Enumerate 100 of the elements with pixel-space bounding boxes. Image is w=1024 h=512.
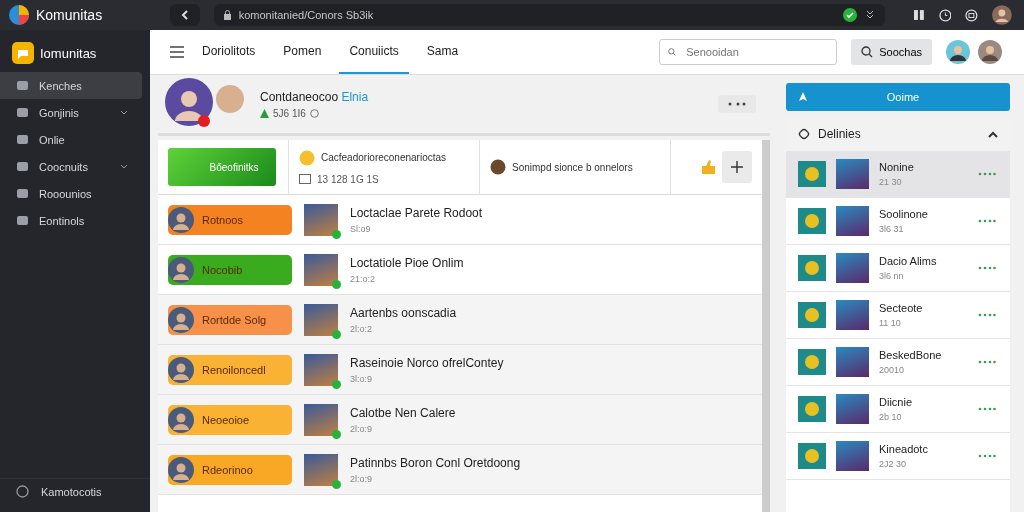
thumbnail-placeholder xyxy=(304,303,338,336)
section-header[interactable]: Delinies xyxy=(786,117,1010,151)
dots-icon xyxy=(978,313,996,317)
url-text: komonitanied/Conors Sb3ik xyxy=(238,9,374,21)
chevrons-icon[interactable] xyxy=(864,10,875,20)
list-row[interactable]: Rortdde Solg Aartenbs oonscadia 2l:o:2 xyxy=(158,295,762,345)
plus-icon xyxy=(731,161,743,173)
dots-icon xyxy=(978,454,996,458)
game-list-item[interactable]: Secteote 11 10 xyxy=(786,292,1010,339)
thumbnail-placeholder xyxy=(836,441,869,471)
tag-pill[interactable]: Rotnoos xyxy=(168,204,292,235)
add-button[interactable] xyxy=(722,151,752,183)
avatar-icon xyxy=(168,406,194,433)
avatar-icon xyxy=(168,206,194,233)
card-title: Cacfeadorioreconenarioctas xyxy=(321,152,447,163)
list-row[interactable]: Rdeorinoo Patinnbs Boron Conl Oretdoong 2l:o:9 xyxy=(158,445,762,495)
menu-item-icon xyxy=(16,106,29,119)
chat-icon[interactable] xyxy=(965,8,979,22)
card-title: Sonimpd sionce b onnelors xyxy=(512,161,633,173)
clock-icon[interactable] xyxy=(938,8,952,22)
row-subtitle: 2l:o:2 xyxy=(350,323,374,334)
menu-item-icon xyxy=(16,133,29,146)
search-icon xyxy=(668,46,677,58)
coin-thumbnail xyxy=(798,208,826,234)
address-bar[interactable]: komonitanied/Conors Sb3ik xyxy=(213,4,885,26)
tab[interactable]: Sama xyxy=(416,30,469,74)
list-row[interactable]: Neoeoioe Calotbe Nen Calere 2l:o:9 xyxy=(158,395,762,445)
footer-label[interactable]: Kamotocotis xyxy=(41,485,134,498)
check-icon xyxy=(842,8,857,22)
tag-pill[interactable]: Renoiloncedl xyxy=(168,354,292,385)
thumbnail-placeholder xyxy=(836,159,869,189)
chevron-icon xyxy=(988,130,998,138)
row-title: Loctaclae Parete Rodoot xyxy=(350,205,483,220)
search-icon xyxy=(861,46,874,58)
thumbnail-placeholder xyxy=(836,300,869,330)
search-field[interactable]: Senooidan xyxy=(659,39,838,65)
sidebar-item[interactable]: Kenches xyxy=(0,72,142,99)
tag-pill[interactable]: Rdeorinoo xyxy=(168,454,292,485)
dots-icon xyxy=(978,219,996,223)
tag-pill[interactable]: Rortdde Solg xyxy=(168,304,292,335)
card-meta: 13 128 1G 1S xyxy=(317,173,379,185)
row-subtitle: 2l:o:9 xyxy=(350,423,374,434)
coin-thumbnail xyxy=(798,443,826,469)
tab[interactable]: Pomen xyxy=(273,30,332,74)
avatar-icon xyxy=(168,456,194,483)
dots-icon xyxy=(978,360,996,364)
lock-icon xyxy=(223,10,231,20)
game-list-item[interactable]: Nonine 21 30 xyxy=(786,151,1010,198)
tag-pill[interactable]: Neoeoioe xyxy=(168,404,292,435)
sidebar-item[interactable]: Coocnuits xyxy=(0,153,142,180)
search-button[interactable]: Soochas xyxy=(851,39,932,65)
row-subtitle: Sl:o9 xyxy=(350,223,372,234)
row-subtitle: 2l:o:9 xyxy=(350,473,374,484)
tab[interactable]: Conuiicts xyxy=(339,30,409,74)
list-row[interactable]: Renoiloncedl Raseinoie Norco ofrelContey 3l:o:9 xyxy=(158,345,762,395)
menu-item-icon xyxy=(16,187,29,200)
game-list-item[interactable]: Dacio Alims 3l6 nn xyxy=(786,245,1010,292)
avatar-icon[interactable] xyxy=(946,40,970,64)
thumbnail-placeholder xyxy=(304,203,338,236)
app-icon xyxy=(12,42,34,64)
thumbnail-placeholder xyxy=(304,353,338,386)
sidebar-title: Iomunitas xyxy=(40,45,97,61)
thumbnail-placeholder xyxy=(836,206,869,236)
dots-icon xyxy=(978,407,996,411)
thumbnail-placeholder xyxy=(836,347,869,377)
coin-thumbnail xyxy=(798,161,826,187)
row-subtitle: 21:o:2 xyxy=(350,273,377,284)
coin-thumbnail xyxy=(798,302,826,328)
row-title: Raseinoie Norco ofrelContey xyxy=(350,355,504,370)
menu-item-icon xyxy=(16,79,29,92)
sidebar-item[interactable]: Onlie xyxy=(0,126,142,153)
dots-icon xyxy=(978,266,996,270)
row-title: Patinnbs Boron Conl Oretdoong xyxy=(350,455,521,470)
avatar-icon[interactable] xyxy=(992,5,1012,25)
thumbnail-placeholder xyxy=(836,253,869,283)
tab[interactable]: Doriolitots xyxy=(192,30,266,74)
coin-thumbnail xyxy=(798,255,826,281)
sidebar-item[interactable]: Rooounios xyxy=(0,180,142,207)
avatar-icon xyxy=(168,306,194,333)
row-title: Calotbe Nen Calere xyxy=(350,405,456,420)
avatar-icon xyxy=(168,356,194,383)
game-list-item[interactable]: BeskedBone 20010 xyxy=(786,339,1010,386)
coin-icon xyxy=(299,149,315,166)
avatar-icon[interactable] xyxy=(978,40,1002,64)
chevron-down-icon xyxy=(120,163,128,170)
back-icon xyxy=(179,10,190,20)
game-list-item[interactable]: Diicnie 2b 10 xyxy=(786,386,1010,433)
sidebar-item[interactable]: Gonjinis xyxy=(0,99,142,126)
profile-stats: 5J6 1I6 xyxy=(273,107,306,119)
row-title: Loctatiole Pioe Onlim xyxy=(350,255,464,270)
thumbnail-placeholder xyxy=(304,403,338,436)
menu-item-icon xyxy=(16,160,29,173)
menu-item-icon xyxy=(16,214,29,227)
game-list-item[interactable]: Soolinone 3l6 31 xyxy=(786,198,1010,245)
back-button[interactable] xyxy=(169,4,200,26)
menu-icon[interactable] xyxy=(170,46,184,58)
game-list-item[interactable]: Kineadotc 2J2 30 xyxy=(786,433,1010,480)
dots-icon xyxy=(978,172,996,176)
tag-pill[interactable]: Nocobib xyxy=(168,254,292,285)
sidebar-item[interactable]: Eontinols xyxy=(0,207,142,234)
